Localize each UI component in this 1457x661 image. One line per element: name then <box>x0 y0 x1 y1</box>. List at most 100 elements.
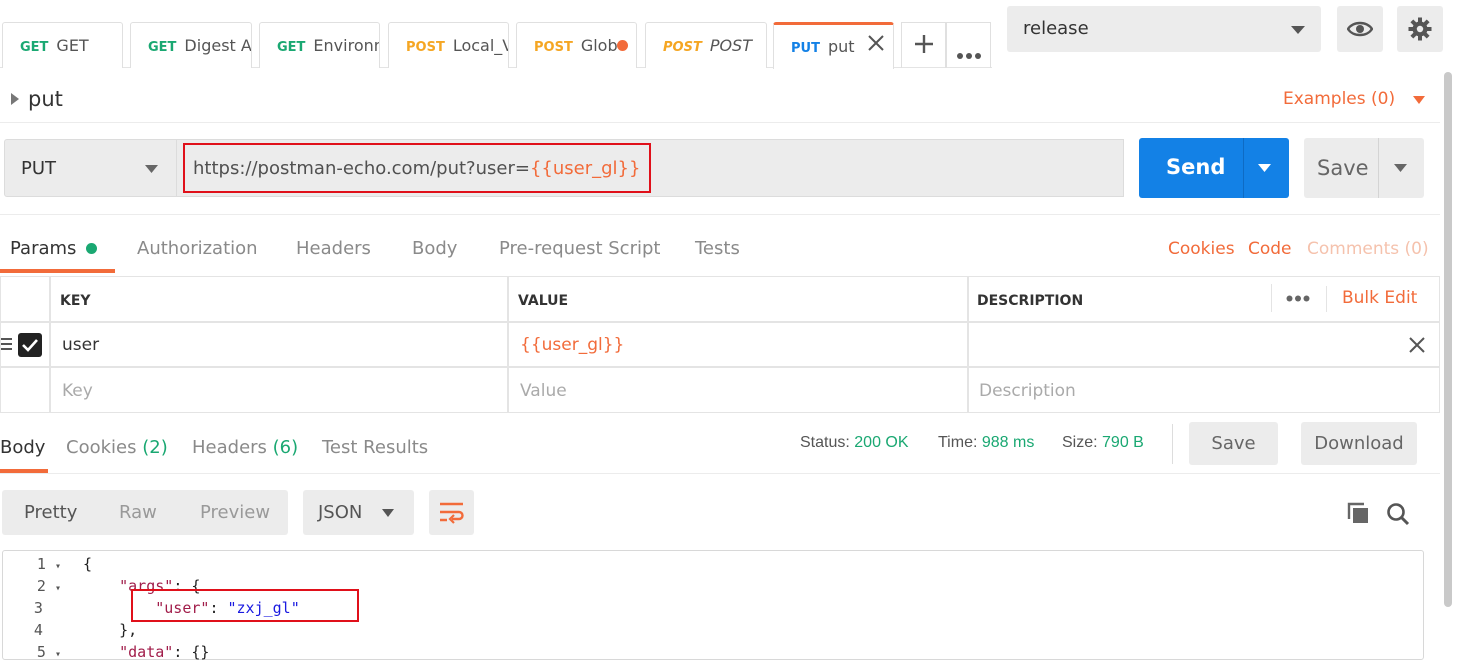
response-tab-body[interactable]: Body <box>0 437 45 458</box>
raw-button[interactable]: Raw <box>119 502 157 523</box>
json-punct: : {} <box>173 643 210 661</box>
pretty-button[interactable]: Pretty <box>24 502 77 523</box>
row-controls <box>0 322 50 367</box>
response-tab-cookies[interactable]: Cookies (2) <box>66 437 168 458</box>
examples-label: Examples (0) <box>1283 89 1396 109</box>
send-label: Send <box>1166 155 1226 179</box>
environment-quick-look-button[interactable] <box>1337 6 1383 52</box>
tab-label: put <box>827 37 855 56</box>
request-tab-get[interactable]: GET GET <box>2 22 123 68</box>
response-tab-cookies-label: Cookies <box>66 437 137 458</box>
wrap-lines-button[interactable] <box>429 490 474 535</box>
chevron-down-icon[interactable] <box>1258 164 1271 172</box>
request-tab-digest-auth[interactable]: GET Digest Au <box>130 22 252 68</box>
tab-params[interactable]: Params <box>10 238 98 259</box>
response-tab-headers-label: Headers <box>192 437 267 458</box>
format-select[interactable]: JSON <box>303 490 414 535</box>
tab-label: Environm <box>313 36 379 55</box>
tab-tests[interactable]: Tests <box>695 238 740 259</box>
chevron-down-icon[interactable] <box>1394 164 1407 172</box>
scrollbar[interactable] <box>1444 72 1452 607</box>
tab-prerequest-script[interactable]: Pre-request Script <box>499 238 660 259</box>
request-name[interactable]: put <box>28 87 63 111</box>
tab-body[interactable]: Body <box>412 238 457 259</box>
line-number: 2 ▾ <box>36 577 61 595</box>
method-select[interactable]: PUT <box>4 139 177 197</box>
more-tabs-button[interactable] <box>946 22 991 68</box>
delete-row-icon[interactable] <box>1409 337 1425 353</box>
param-description-input[interactable] <box>968 322 1440 367</box>
size-label: Size: <box>1062 434 1098 451</box>
params-active-dot-icon <box>86 243 98 254</box>
response-tab-headers[interactable]: Headers (6) <box>192 437 298 458</box>
response-size: Size: 790 B <box>1062 434 1144 452</box>
request-header <box>0 69 1440 123</box>
environment-select[interactable]: release <box>1007 6 1321 52</box>
close-tab-icon[interactable] <box>867 34 885 56</box>
save-label: Save <box>1317 156 1369 180</box>
request-tab-post[interactable]: POST POST <box>645 22 767 68</box>
chevron-down-icon <box>1291 26 1305 34</box>
unsaved-dot-icon <box>617 40 628 51</box>
param-key-input[interactable]: user <box>50 322 508 367</box>
chevron-down-icon <box>1412 96 1425 104</box>
request-tab-local-var[interactable]: POST Local_V <box>388 22 509 68</box>
response-time: Time: 988 ms <box>938 434 1034 452</box>
method-badge: GET <box>148 40 177 55</box>
url-highlight-box <box>183 143 651 193</box>
new-value-input[interactable]: Value <box>508 367 968 413</box>
comments-link[interactable]: Comments (0) <box>1307 239 1429 259</box>
more-icon[interactable] <box>1286 295 1310 302</box>
copy-icon[interactable] <box>1346 501 1370 525</box>
request-tab-put[interactable]: PUT put <box>773 22 894 69</box>
line-number: 5 ▾ <box>36 643 61 661</box>
format-value: JSON <box>318 502 363 523</box>
examples-dropdown[interactable]: Examples (0) <box>1283 89 1425 109</box>
gear-icon <box>1408 17 1432 41</box>
response-status: Status: 200 OK <box>800 434 909 452</box>
tab-label: Local_V <box>452 36 509 55</box>
drag-handle-icon[interactable] <box>1 338 12 350</box>
tab-label: POST <box>709 36 752 55</box>
cookies-link[interactable]: Cookies <box>1168 239 1235 259</box>
request-tab-environment[interactable]: GET Environm <box>259 22 380 68</box>
save-response-button[interactable]: Save <box>1189 422 1278 465</box>
request-tab-global[interactable]: POST Glob <box>516 22 637 68</box>
column-header-value: VALUE <box>508 276 968 322</box>
response-tab-test-results[interactable]: Test Results <box>322 437 428 458</box>
new-key-input[interactable]: Key <box>50 367 508 413</box>
new-tab-button[interactable] <box>901 22 946 68</box>
param-value-input[interactable]: {{user_gl}} <box>508 322 968 367</box>
download-response-button[interactable]: Download <box>1301 422 1417 465</box>
param-enabled-checkbox[interactable] <box>18 333 42 357</box>
more-icon <box>956 53 981 59</box>
environment-settings-button[interactable] <box>1397 6 1443 52</box>
line-number: 3 <box>33 599 43 617</box>
tab-headers[interactable]: Headers <box>296 238 371 259</box>
tab-authorization[interactable]: Authorization <box>137 238 258 259</box>
chevron-down-icon <box>145 165 158 173</box>
save-button[interactable]: Save <box>1304 138 1424 198</box>
body-view-toggle: Pretty Raw Preview <box>2 490 288 535</box>
preview-button[interactable]: Preview <box>200 502 270 523</box>
status-value: 200 OK <box>854 434 909 451</box>
code-line: }, <box>119 621 138 639</box>
plus-icon <box>914 35 933 53</box>
method-badge: GET <box>20 40 49 55</box>
bulk-edit-link[interactable]: Bulk Edit <box>1342 288 1417 308</box>
code-link[interactable]: Code <box>1248 239 1292 259</box>
headers-count: (6) <box>272 437 299 458</box>
send-button[interactable]: Send <box>1139 138 1289 198</box>
search-icon[interactable] <box>1386 502 1410 526</box>
chevron-down-icon <box>382 509 394 517</box>
tab-params-label: Params <box>10 238 77 259</box>
caret-right-icon[interactable] <box>11 93 19 105</box>
time-value: 988 ms <box>981 434 1035 451</box>
eye-icon <box>1346 21 1374 37</box>
active-tab-indicator <box>0 269 115 273</box>
new-description-input[interactable]: Description <box>968 367 1440 413</box>
size-value: 790 B <box>1102 434 1144 451</box>
request-tab-bar: GET GET GET Digest Au GET Environm POST Loca… <box>0 0 992 69</box>
cookies-count: (2) <box>142 437 168 458</box>
method-badge: POST <box>663 40 702 55</box>
